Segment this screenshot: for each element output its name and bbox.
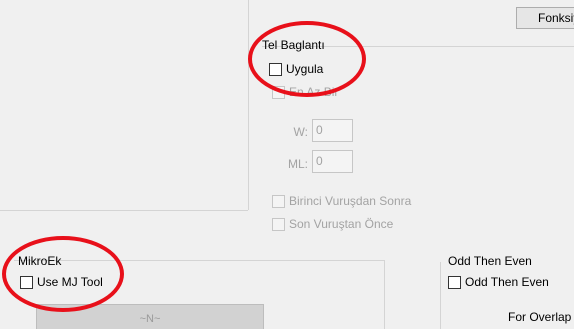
birinci-vurusdan-sonra-row: Birinci Vuruşdan Sonra [272, 194, 411, 208]
highlight-ring-use-mj-tool [2, 236, 124, 312]
odd-then-even-group-border-left [440, 262, 441, 329]
w-input: 0 [312, 119, 353, 142]
left-panel-bottom-border [0, 210, 248, 211]
odd-then-even-label: Odd Then Even [465, 275, 549, 289]
birinci-vurusdan-sonra-label: Birinci Vuruşdan Sonra [289, 194, 412, 208]
birinci-vurusdan-sonra-checkbox [272, 194, 285, 208]
ml-label: ML: [287, 157, 308, 171]
odd-then-even-checkbox[interactable] [448, 275, 461, 289]
left-panel-divider [248, 0, 249, 210]
ml-input: 0 [312, 150, 353, 173]
son-vurustan-once-checkbox [272, 217, 285, 231]
son-vurustan-once-label: Son Vuruştan Önce [289, 217, 394, 231]
for-overlap-label: For Overlap [508, 310, 572, 324]
son-vurustan-once-row: Son Vuruştan Önce [272, 217, 393, 231]
highlight-ring-uygula [248, 21, 366, 97]
mikroek-group-border-right [384, 260, 385, 329]
odd-then-even-group-title: Odd Then Even [448, 254, 532, 268]
odd-then-even-row[interactable]: Odd Then Even [448, 275, 549, 289]
w-label: W: [293, 125, 308, 139]
tab-fonksiyon[interactable]: Fonksiy [516, 7, 574, 29]
